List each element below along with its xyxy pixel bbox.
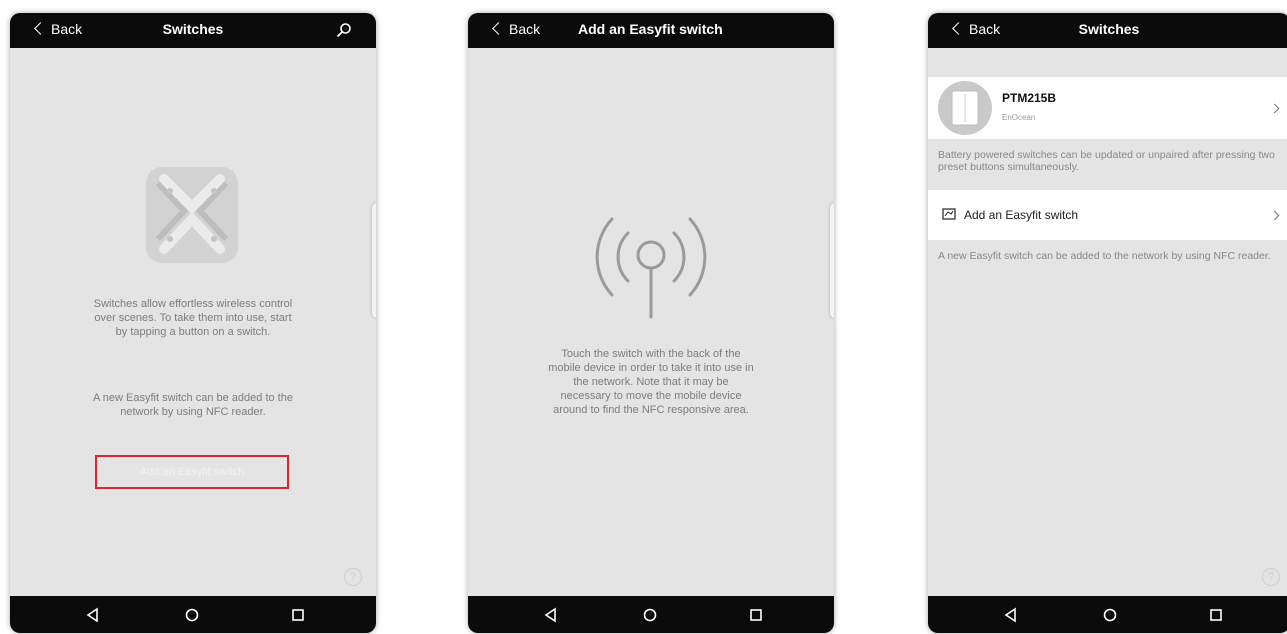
back-triangle-icon[interactable] (85, 607, 101, 623)
back-chevron-icon (492, 22, 505, 35)
phone-screen-switches-empty: Back Switches Switches allow effortless … (10, 13, 376, 633)
back-button[interactable]: Back (492, 21, 541, 37)
top-bar: Back Add an Easyfit switch (468, 13, 834, 48)
battery-note: Battery powered switches can be updated … (938, 149, 1275, 173)
add-easyfit-switch-label: Add an Easyfit switch (964, 208, 1079, 222)
top-bar: Back Switches (928, 13, 1287, 48)
switch-device-icon (938, 81, 992, 135)
page-title: Switches (162, 21, 224, 37)
device-name: PTM215B (1002, 91, 1057, 105)
back-triangle-icon[interactable] (543, 607, 559, 623)
switches-description: Switches allow effortless wireless contr… (93, 298, 293, 338)
recents-square-icon[interactable] (290, 607, 306, 623)
chevron-right-icon (1269, 210, 1280, 221)
home-circle-icon[interactable] (1102, 607, 1118, 623)
recents-square-icon[interactable] (748, 607, 764, 623)
android-nav-bar (10, 596, 376, 633)
recents-square-icon[interactable] (1208, 607, 1224, 623)
device-vendor: EnOcean (1002, 113, 1036, 122)
device-row-ptm215b[interactable]: PTM215B EnOcean (928, 77, 1287, 139)
android-nav-bar (928, 596, 1287, 633)
back-triangle-icon[interactable] (1003, 607, 1019, 623)
phone-screen-add-switch: Back Add an Easyfit switch Touch the swi… (468, 13, 834, 633)
help-icon[interactable]: ? (344, 568, 362, 586)
side-handle[interactable] (372, 203, 376, 318)
top-bar: Back Switches (10, 13, 376, 48)
side-handle[interactable] (830, 203, 834, 318)
nfc-instructions: Touch the switch with the back of the mo… (548, 348, 754, 416)
home-circle-icon[interactable] (184, 607, 200, 623)
android-nav-bar (468, 596, 834, 633)
help-icon[interactable]: ? (1262, 568, 1280, 586)
add-easyfit-switch-button[interactable]: Add an Easyfit switch (95, 455, 289, 489)
nfc-note: A new Easyfit switch can be added to the… (93, 392, 293, 418)
nfc-antenna-icon (595, 217, 707, 319)
page-title: Add an Easyfit switch (578, 21, 723, 37)
page-title: Switches (1078, 21, 1140, 37)
home-circle-icon[interactable] (642, 607, 658, 623)
easyfit-switch-illustration-icon (146, 167, 238, 263)
chevron-right-icon (1269, 103, 1280, 114)
phone-screen-switches-list: Back Switches PTM215B EnOcean Battery po… (928, 13, 1287, 633)
search-icon[interactable] (336, 22, 352, 38)
easyfit-switch-icon (942, 208, 956, 220)
back-label: Back (509, 21, 541, 37)
nfc-note: A new Easyfit switch can be added to the… (938, 250, 1271, 262)
add-easyfit-switch-row[interactable]: Add an Easyfit switch (928, 190, 1287, 240)
